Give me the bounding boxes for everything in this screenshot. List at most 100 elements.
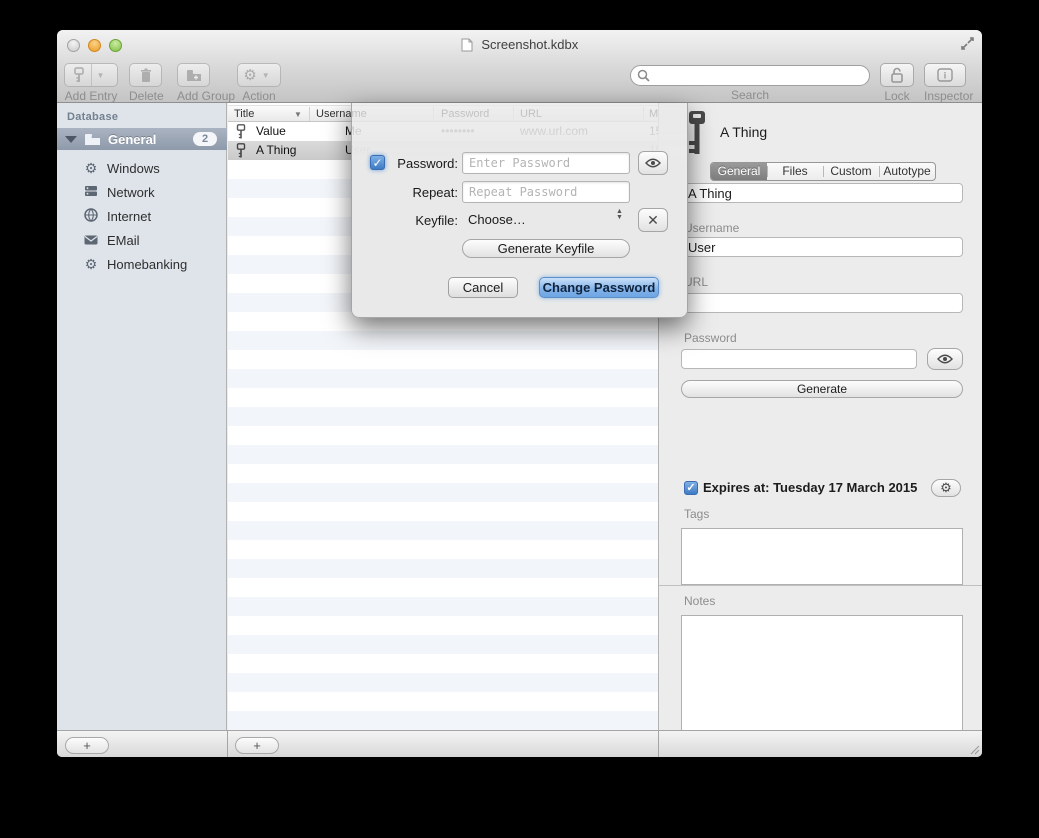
add-entry-toolbar-item: ▼ Add Entry — [64, 63, 118, 103]
sidebar-item-network[interactable]: Network — [57, 180, 227, 204]
gear-icon: ⚙ — [940, 480, 952, 496]
expires-options-button[interactable]: ⚙ — [931, 479, 961, 497]
password-label: Password — [684, 331, 737, 345]
inspector-toggle-button[interactable]: i — [924, 63, 966, 87]
tags-field[interactable] — [681, 528, 963, 585]
username-field[interactable] — [681, 237, 963, 257]
search-label: Search — [630, 88, 870, 102]
cell-title: A Thing — [256, 143, 296, 157]
unlock-icon — [890, 67, 904, 83]
dialog-keyfile-label: Keyfile: — [378, 213, 458, 228]
add-group-toolbar-item: Add Group — [177, 63, 235, 103]
fullscreen-icon[interactable] — [961, 37, 974, 55]
eye-icon — [645, 158, 661, 168]
generate-password-button[interactable]: Generate — [681, 380, 963, 398]
tags-label: Tags — [684, 507, 709, 521]
info-icon: i — [937, 68, 953, 82]
gear-icon: ⚙ — [83, 160, 99, 177]
resize-grip[interactable] — [968, 743, 980, 755]
sidebar-item-general[interactable]: General 2 — [57, 128, 227, 150]
action-toolbar-item: ⚙ ▼ Action — [237, 63, 281, 103]
window-title-text: Screenshot.kdbx — [481, 37, 578, 52]
sidebar: Database General 2 ⚙ Windows Network Int… — [57, 103, 227, 730]
cancel-button[interactable]: Cancel — [448, 277, 518, 298]
add-entry-label: Add Entry — [64, 89, 118, 103]
folder-plus-icon — [186, 69, 202, 82]
delete-label: Delete — [129, 89, 164, 103]
sidebar-item-internet[interactable]: Internet — [57, 204, 227, 228]
inspector-panel: A Thing General Files Custom Autotype Us… — [658, 103, 982, 730]
disclosure-triangle-icon[interactable] — [65, 136, 77, 143]
clear-keyfile-button[interactable]: ✕ — [638, 208, 668, 232]
column-header-title[interactable]: Title — [234, 108, 254, 120]
sidebar-item-label: Homebanking — [107, 257, 187, 272]
count-badge: 2 — [193, 132, 217, 146]
lock-label: Lock — [880, 89, 914, 103]
tab-general[interactable]: General — [711, 163, 767, 180]
chevron-down-icon: ▼ — [257, 71, 275, 80]
keyfile-popup[interactable]: Choose… — [468, 212, 526, 227]
tab-autotype[interactable]: Autotype — [879, 163, 935, 180]
expires-label: Expires at: Tuesday 17 March 2015 — [703, 480, 917, 495]
dialog-repeat-label: Repeat: — [378, 185, 458, 200]
show-password-button[interactable] — [927, 348, 963, 370]
search-icon — [637, 69, 650, 82]
dialog-password-label: Password: — [378, 156, 458, 171]
sidebar-item-email[interactable]: EMail — [57, 228, 227, 252]
eye-icon — [937, 354, 953, 364]
search-input[interactable] — [630, 65, 870, 86]
stepper-icon[interactable]: ▲▼ — [616, 209, 623, 221]
inspector-tabs: General Files Custom Autotype — [710, 162, 936, 181]
sidebar-item-homebanking[interactable]: ⚙ Homebanking — [57, 252, 227, 276]
change-password-button[interactable]: Change Password — [539, 277, 659, 298]
lock-button[interactable] — [880, 63, 914, 87]
key-icon — [73, 67, 85, 83]
globe-icon — [83, 208, 99, 225]
expires-row: ✓ Expires at: Tuesday 17 March 2015 — [684, 480, 917, 495]
delete-toolbar-item: Delete — [129, 63, 164, 103]
sidebar-item-label: EMail — [107, 233, 140, 248]
dialog-repeat-input[interactable] — [462, 181, 630, 203]
gear-icon: ⚙ — [243, 66, 256, 84]
trash-icon — [140, 68, 152, 83]
sidebar-item-windows[interactable]: ⚙ Windows — [57, 156, 227, 180]
change-password-sheet: ✓ Password: Repeat: Keyfile: Choose… ▲▼ … — [351, 103, 688, 318]
tab-files[interactable]: Files — [767, 163, 823, 180]
inspector-label: Inspector — [924, 89, 973, 103]
cell-title: Value — [256, 124, 286, 138]
divider — [659, 585, 982, 586]
svg-text:i: i — [944, 71, 947, 81]
generate-keyfile-button[interactable]: Generate Keyfile — [462, 239, 630, 258]
entry-title: A Thing — [720, 124, 767, 140]
key-icon — [236, 143, 246, 158]
app-window: Screenshot.kdbx ▼ Add Entry Delete Add G… — [57, 30, 982, 757]
action-button[interactable]: ⚙ ▼ — [237, 63, 281, 87]
tab-custom[interactable]: Custom — [823, 163, 879, 180]
title-field[interactable] — [681, 183, 963, 203]
username-label: Username — [684, 221, 739, 235]
add-group-plus-button[interactable]: + — [65, 737, 109, 754]
title-toolbar: Screenshot.kdbx ▼ Add Entry Delete Add G… — [57, 30, 982, 103]
document-icon — [461, 38, 473, 52]
sidebar-item-label: Windows — [107, 161, 160, 176]
dialog-show-password-button[interactable] — [638, 151, 668, 175]
delete-button[interactable] — [129, 63, 162, 87]
action-label: Action — [237, 89, 281, 103]
window-title: Screenshot.kdbx — [57, 37, 982, 52]
expires-checkbox[interactable]: ✓ — [684, 481, 698, 495]
bottom-bar: + + — [57, 730, 982, 757]
close-icon: ✕ — [647, 212, 659, 229]
add-group-button[interactable] — [177, 63, 210, 87]
add-group-label: Add Group — [177, 89, 235, 103]
inspector-toolbar-item: i Inspector — [924, 63, 973, 103]
entry-key-icon — [685, 109, 709, 155]
url-field[interactable] — [681, 293, 963, 313]
dialog-password-input[interactable] — [462, 152, 630, 174]
mail-icon — [83, 232, 99, 248]
password-field[interactable] — [681, 349, 917, 369]
key-icon — [236, 124, 246, 139]
add-entry-plus-button[interactable]: + — [235, 737, 279, 754]
folder-icon — [84, 133, 101, 146]
search-area: Search — [630, 65, 870, 102]
add-entry-button[interactable]: ▼ — [64, 63, 118, 87]
